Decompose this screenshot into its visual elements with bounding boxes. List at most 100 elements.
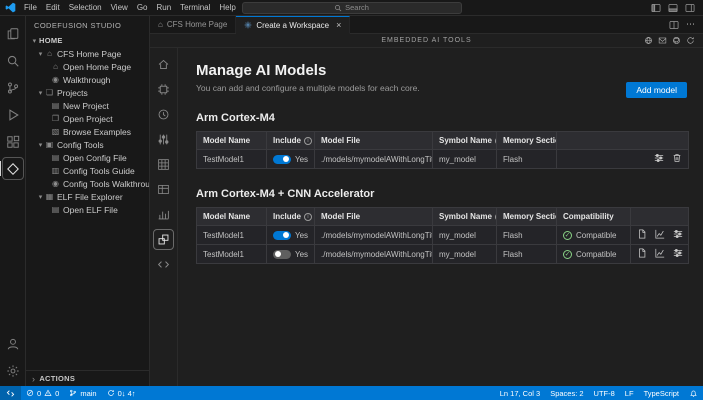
tree-item-open-home-page[interactable]: ⌂ Open Home Page: [26, 60, 149, 73]
problems-indicator[interactable]: 0 0: [21, 386, 64, 400]
column-header: Model Name: [197, 132, 267, 150]
tree-item-elf-file-explorer[interactable]: ▾ ▦ ELF File Explorer: [26, 190, 149, 203]
tree-item-open-project[interactable]: ❐ Open Project: [26, 112, 149, 125]
page-subtitle: You can add and configure a multiple mod…: [196, 83, 689, 93]
tab-cfs-home-page[interactable]: ⌂ CFS Home Page: [150, 16, 236, 33]
include-cell: Yes: [267, 150, 315, 169]
graph-icon[interactable]: [655, 248, 665, 258]
tools-icon: ▣: [45, 140, 54, 149]
home-icon[interactable]: [153, 54, 174, 75]
menu-terminal[interactable]: Terminal: [176, 2, 214, 13]
toggle-secondary-sidebar-icon[interactable]: [685, 3, 695, 13]
source-control-icon[interactable]: [2, 76, 24, 99]
memory-section-cell: Flash: [497, 226, 557, 245]
column-header-actions: [557, 132, 689, 150]
remote-indicator[interactable]: [0, 386, 21, 400]
chip-icon[interactable]: [153, 79, 174, 100]
include-cell: Yes: [267, 226, 315, 245]
run-debug-icon[interactable]: [2, 103, 24, 126]
git-branch-indicator[interactable]: main: [64, 386, 101, 400]
notifications-bell[interactable]: [684, 386, 703, 400]
search-sidebar-icon[interactable]: [2, 49, 24, 72]
extensions-icon[interactable]: [2, 130, 24, 153]
info-icon[interactable]: i: [304, 137, 312, 145]
more-actions-icon[interactable]: ⋯: [686, 19, 695, 30]
include-label: Yes: [295, 250, 308, 259]
config-sliders-icon[interactable]: [153, 129, 174, 150]
browse-icon: ▧: [51, 127, 60, 136]
folder-opened-icon: ❐: [51, 114, 60, 123]
tree-section-home[interactable]: ▾ HOME: [26, 34, 149, 47]
table-icon[interactable]: [153, 179, 174, 200]
tree-item-open-elf-file[interactable]: ▤ Open ELF File: [26, 203, 149, 216]
github-icon[interactable]: [672, 36, 681, 45]
menu-view[interactable]: View: [107, 2, 132, 13]
refresh-icon[interactable]: [686, 36, 695, 45]
close-icon[interactable]: ×: [336, 20, 341, 30]
options-sliders-icon[interactable]: [673, 229, 683, 239]
menu-selection[interactable]: Selection: [65, 2, 106, 13]
menu-file[interactable]: File: [20, 2, 41, 13]
tree-item-projects[interactable]: ▾ ❏ Projects: [26, 86, 149, 99]
tree-item-label: Walkthrough: [63, 75, 110, 85]
split-editor-icon[interactable]: [669, 20, 679, 30]
include-toggle[interactable]: [273, 155, 291, 164]
tree-item-open-config-file[interactable]: ▤ Open Config File: [26, 151, 149, 164]
pinout-grid-icon[interactable]: [153, 154, 174, 175]
actions-label: ACTIONS: [39, 374, 75, 383]
mail-icon[interactable]: [658, 36, 667, 45]
column-header: Compatibility: [557, 208, 631, 226]
indentation-setting[interactable]: Spaces: 2: [545, 386, 588, 400]
toggle-panel-icon[interactable]: [668, 3, 678, 13]
add-model-button[interactable]: Add model: [626, 82, 687, 98]
tree-item-config-tools[interactable]: ▾ ▣ Config Tools: [26, 138, 149, 151]
tree-item-config-tools-guide[interactable]: ▥ Config Tools Guide: [26, 164, 149, 177]
ai-models-icon[interactable]: [153, 229, 174, 250]
globe-icon[interactable]: [644, 36, 653, 45]
tree-item-label: Config Tools Walkthrough: [63, 179, 149, 189]
menu-edit[interactable]: Edit: [42, 2, 64, 13]
accounts-icon[interactable]: [2, 332, 24, 355]
clock-icon[interactable]: [153, 104, 174, 125]
sidebar-title: CODEFUSION STUDIO: [26, 16, 149, 34]
options-sliders-icon[interactable]: [673, 248, 683, 258]
tree-item-cfs-home-page[interactable]: ▾ ⌂ CFS Home Page: [26, 47, 149, 60]
graph-icon[interactable]: [655, 229, 665, 239]
search-input[interactable]: Search: [242, 2, 462, 14]
menu-go[interactable]: Go: [133, 2, 152, 13]
warning-count: 0: [55, 389, 59, 398]
options-sliders-icon[interactable]: [654, 153, 664, 163]
bell-icon: [689, 389, 698, 398]
home-icon: ⌂: [51, 62, 60, 71]
chevron-down-icon: ▾: [36, 50, 45, 58]
status-bar-right: Ln 17, Col 3 Spaces: 2 UTF-8 LF TypeScri…: [495, 386, 703, 400]
explorer-icon[interactable]: [2, 22, 24, 45]
eol-setting[interactable]: LF: [620, 386, 639, 400]
menu-help[interactable]: Help: [215, 2, 239, 13]
info-icon[interactable]: i: [304, 213, 312, 221]
toggle-sidebar-icon[interactable]: [651, 3, 661, 13]
warning-icon: [44, 389, 52, 397]
menu-run[interactable]: Run: [152, 2, 175, 13]
codefusion-tools-icon[interactable]: [2, 157, 24, 180]
tab-create-a-workspace[interactable]: Create a Workspace ×: [236, 16, 350, 34]
git-sync-indicator[interactable]: 0↓ 4↑: [102, 386, 141, 400]
code-icon[interactable]: [153, 254, 174, 275]
chart-icon[interactable]: [153, 204, 174, 225]
encoding-setting[interactable]: UTF-8: [589, 386, 620, 400]
language-mode[interactable]: TypeScript: [639, 386, 684, 400]
tree-item-new-project[interactable]: ▤ New Project: [26, 99, 149, 112]
file-report-icon[interactable]: [637, 248, 647, 258]
sidebar-actions-section[interactable]: › ACTIONS: [26, 370, 149, 386]
include-toggle[interactable]: [273, 250, 291, 259]
settings-gear-icon[interactable]: [2, 359, 24, 382]
column-header: Model Name: [197, 208, 267, 226]
trash-icon[interactable]: [672, 153, 682, 163]
include-toggle[interactable]: [273, 231, 291, 240]
chevron-down-icon: ▾: [36, 193, 45, 201]
tree-item-walkthrough[interactable]: ◉ Walkthrough: [26, 73, 149, 86]
cursor-position[interactable]: Ln 17, Col 3: [495, 386, 545, 400]
file-report-icon[interactable]: [637, 229, 647, 239]
tree-item-browse-examples[interactable]: ▧ Browse Examples: [26, 125, 149, 138]
tree-item-config-tools-walkthrough[interactable]: ◉ Config Tools Walkthrough: [26, 177, 149, 190]
